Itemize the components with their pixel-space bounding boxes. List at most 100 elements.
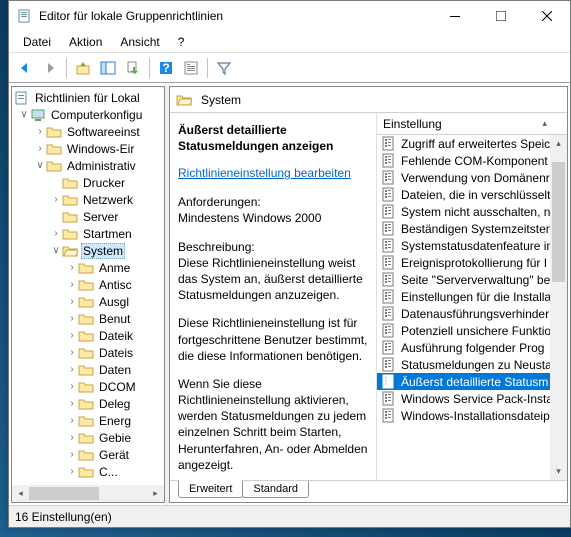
- list-item[interactable]: System nicht ausschalten, n: [377, 203, 567, 220]
- tree-software[interactable]: › Softwareeinst: [12, 123, 164, 140]
- forward-button[interactable]: [38, 56, 62, 80]
- export-button[interactable]: [121, 56, 145, 80]
- list-header-label: Einstellung: [383, 117, 561, 131]
- scroll-right-button[interactable]: ▸: [147, 485, 164, 502]
- list-item[interactable]: Ausführung folgender Prog: [377, 339, 567, 356]
- expand-icon[interactable]: ›: [50, 228, 62, 239]
- expand-icon[interactable]: ›: [66, 415, 78, 426]
- up-button[interactable]: [71, 56, 95, 80]
- tree-label: Gerät: [97, 448, 131, 462]
- list-item[interactable]: Einstellungen für die Installa: [377, 288, 567, 305]
- scroll-thumb[interactable]: [552, 162, 565, 282]
- list-item-label: Systemstatusdatenfeature in: [401, 239, 553, 253]
- tree-system[interactable]: ∨ System: [12, 242, 164, 259]
- expand-icon[interactable]: ›: [66, 296, 78, 307]
- scroll-track[interactable]: [29, 485, 147, 502]
- expand-icon[interactable]: ›: [34, 143, 46, 154]
- minimize-button[interactable]: [432, 1, 478, 31]
- list-item[interactable]: Fehlende COM-Komponent: [377, 152, 567, 169]
- tree-startmenu[interactable]: › Startmen: [12, 225, 164, 242]
- list-item[interactable]: Windows-Installationsdateip: [377, 407, 567, 424]
- menu-help[interactable]: ?: [170, 33, 193, 51]
- tree-windows[interactable]: › Windows-Eir: [12, 140, 164, 157]
- expand-icon[interactable]: ›: [66, 279, 78, 290]
- expand-icon[interactable]: ›: [66, 262, 78, 273]
- expand-icon[interactable]: ›: [66, 381, 78, 392]
- expand-icon[interactable]: ›: [34, 126, 46, 137]
- list-item[interactable]: Datenausführungsverhinder: [377, 305, 567, 322]
- expand-icon[interactable]: ›: [66, 449, 78, 460]
- collapse-icon[interactable]: ∨: [50, 245, 62, 256]
- menu-view[interactable]: Ansicht: [112, 33, 167, 51]
- expand-icon[interactable]: ›: [50, 194, 62, 205]
- scroll-track[interactable]: [550, 152, 567, 463]
- tree-item[interactable]: ›Dateis: [12, 344, 164, 361]
- properties-button[interactable]: [179, 56, 203, 80]
- policy-setting-icon: [381, 153, 397, 169]
- tree-item[interactable]: ›Benut: [12, 310, 164, 327]
- expand-icon[interactable]: ›: [66, 347, 78, 358]
- list-item[interactable]: Seite "Serververwaltung" be: [377, 271, 567, 288]
- collapse-icon[interactable]: ∨: [18, 109, 30, 120]
- folder-icon: [78, 396, 94, 412]
- close-button[interactable]: [524, 1, 570, 31]
- policy-setting-icon: [381, 323, 397, 339]
- tree-root[interactable]: Richtlinien für Lokal: [12, 89, 164, 106]
- tree-item[interactable]: ›Anme: [12, 259, 164, 276]
- tree-item[interactable]: › Gerät: [12, 446, 164, 463]
- list-item[interactable]: Dateien, die in verschlüsselt: [377, 186, 567, 203]
- tree-item[interactable]: ›Energ: [12, 412, 164, 429]
- tree-network[interactable]: › Netzwerk: [12, 191, 164, 208]
- expand-icon[interactable]: ›: [66, 330, 78, 341]
- list-pane: Einstellung ▴ Zugriff auf erweitertes Sp…: [377, 113, 567, 480]
- expand-icon[interactable]: ›: [66, 313, 78, 324]
- expand-icon[interactable]: ›: [66, 364, 78, 375]
- scroll-down-button[interactable]: ▾: [550, 463, 567, 480]
- list-item[interactable]: Zugriff auf erweitertes Speic: [377, 135, 567, 152]
- filter-button[interactable]: [212, 56, 236, 80]
- expand-icon[interactable]: ›: [66, 432, 78, 443]
- menu-action[interactable]: Aktion: [61, 33, 110, 51]
- tree-item[interactable]: ›C...: [12, 463, 164, 480]
- tree-item[interactable]: ›Deleg: [12, 395, 164, 412]
- menu-file[interactable]: Datei: [15, 33, 59, 51]
- tree-item[interactable]: ›DCOM: [12, 378, 164, 395]
- edit-policy-link[interactable]: Richtlinieneinstellung bearbeiten: [178, 166, 368, 180]
- list-item[interactable]: Statusmeldungen zu Neusta: [377, 356, 567, 373]
- list-item[interactable]: Ereignisprotokollierung für I: [377, 254, 567, 271]
- tab-standard[interactable]: Standard: [242, 481, 309, 498]
- scroll-up-button[interactable]: ▴: [550, 135, 567, 152]
- tree-printer[interactable]: Drucker: [12, 174, 164, 191]
- list-item[interactable]: Äußerst detaillierte Statusm: [377, 373, 567, 390]
- horizontal-scrollbar[interactable]: ◂ ▸: [12, 485, 164, 502]
- expand-icon[interactable]: ›: [66, 466, 78, 477]
- tree-computer-config[interactable]: ∨ Computerkonfigu: [12, 106, 164, 123]
- tree-item[interactable]: ›Daten: [12, 361, 164, 378]
- back-button[interactable]: [13, 56, 37, 80]
- requirements: Anforderungen: Mindestens Windows 2000: [178, 194, 368, 226]
- list-item[interactable]: Systemstatusdatenfeature in: [377, 237, 567, 254]
- list-item[interactable]: Windows Service Pack-Insta: [377, 390, 567, 407]
- expand-icon[interactable]: ›: [66, 398, 78, 409]
- tree-item[interactable]: ›Gebie: [12, 429, 164, 446]
- list-column-header[interactable]: Einstellung ▴: [377, 113, 567, 135]
- tree-item[interactable]: ›Antisc: [12, 276, 164, 293]
- list-item[interactable]: Verwendung von Domänenr: [377, 169, 567, 186]
- vertical-scrollbar[interactable]: ▴ ▾: [550, 135, 567, 480]
- list-item[interactable]: Potenziell unsichere Funktio: [377, 322, 567, 339]
- show-hide-tree-button[interactable]: [96, 56, 120, 80]
- tree-item[interactable]: ›Dateik: [12, 327, 164, 344]
- tree-item[interactable]: ›Ausgl: [12, 293, 164, 310]
- policy-setting-icon: [381, 170, 397, 186]
- tree-admin[interactable]: ∨ Administrativ: [12, 157, 164, 174]
- list-item-label: Dateien, die in verschlüsselt: [401, 188, 550, 202]
- scroll-left-button[interactable]: ◂: [12, 485, 29, 502]
- scroll-thumb[interactable]: [29, 487, 99, 500]
- tree-server[interactable]: Server: [12, 208, 164, 225]
- help-button[interactable]: ?: [154, 56, 178, 80]
- right-body: Äußerst detaillierte Statusmeldungen anz…: [170, 113, 567, 480]
- collapse-icon[interactable]: ∨: [34, 160, 46, 171]
- tab-extended[interactable]: Erweitert: [178, 480, 243, 498]
- list-item[interactable]: Beständigen Systemzeitsten: [377, 220, 567, 237]
- maximize-button[interactable]: [478, 1, 524, 31]
